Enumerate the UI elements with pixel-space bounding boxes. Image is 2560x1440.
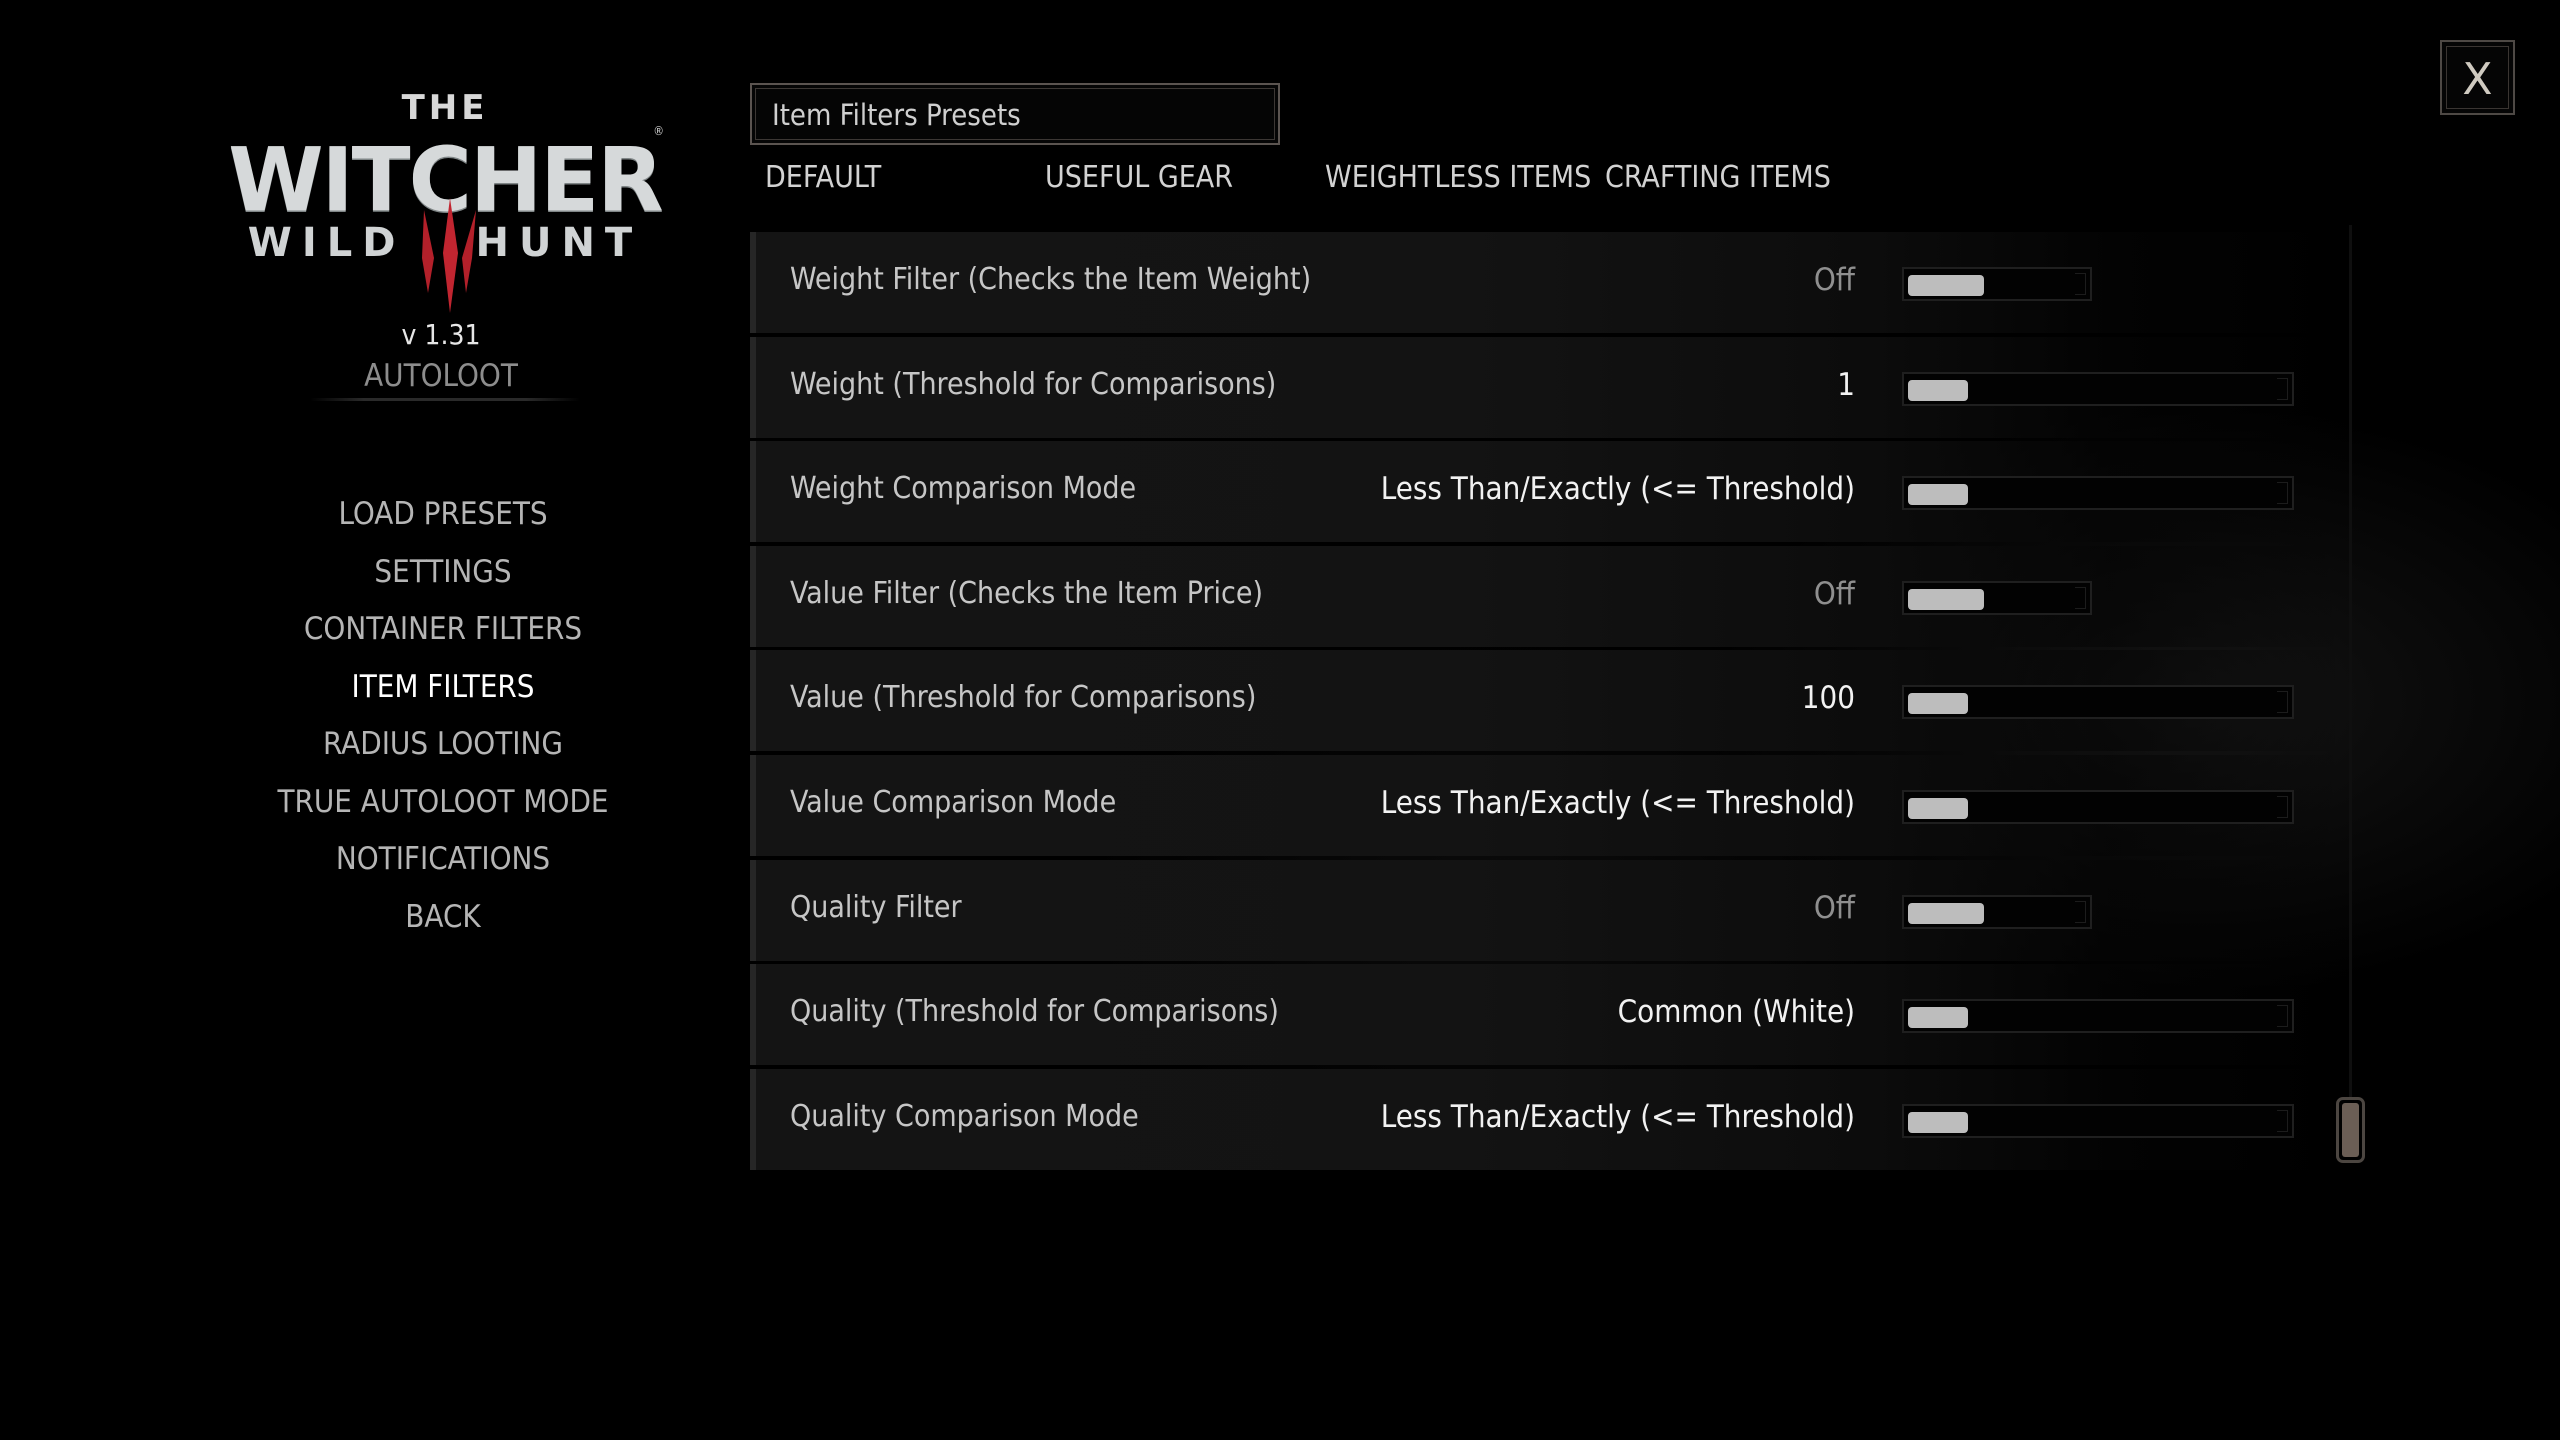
option-value: Off bbox=[1813, 262, 1855, 298]
option-value: 1 bbox=[1837, 366, 1855, 403]
scrollbar-track[interactable] bbox=[2349, 225, 2352, 1097]
presets-title: Item Filters Presets bbox=[772, 98, 1021, 132]
option-value: Common (White) bbox=[1617, 994, 1855, 1031]
menu-item-settings[interactable]: SETTINGS bbox=[243, 550, 643, 608]
slider-knob[interactable] bbox=[1908, 379, 1968, 401]
slider-knob[interactable] bbox=[1908, 693, 1968, 715]
option-value: Off bbox=[1813, 889, 1855, 926]
menu-item-container-filters[interactable]: CONTAINER FILTERS bbox=[243, 607, 643, 665]
menu-item-notifications[interactable]: NOTIFICATIONS bbox=[243, 837, 643, 895]
toggle-slider[interactable] bbox=[1902, 894, 2092, 929]
preset-tab-default[interactable]: DEFAULT bbox=[765, 160, 881, 195]
option-row-value-filter[interactable]: Value Filter (Checks the Item Price) Off bbox=[750, 545, 2350, 647]
slider-knob[interactable] bbox=[1908, 484, 1968, 506]
divider bbox=[310, 398, 580, 401]
options-list: Weight Filter (Checks the Item Weight) O… bbox=[750, 232, 2350, 1173]
option-row-weight-threshold[interactable]: Weight (Threshold for Comparisons) 1 bbox=[750, 336, 2350, 438]
option-value: Off bbox=[1813, 575, 1855, 612]
menu-item-load-presets[interactable]: LOAD PRESETS bbox=[243, 492, 643, 550]
option-value: Less Than/Exactly (<= Threshold) bbox=[1380, 471, 1855, 508]
slider-knob[interactable] bbox=[1908, 797, 1968, 819]
slider-knob[interactable] bbox=[1908, 588, 1984, 610]
option-label: Weight Comparison Mode bbox=[790, 471, 1137, 507]
toggle-slider[interactable] bbox=[1902, 267, 2092, 301]
option-row-weight-comparison-mode[interactable]: Weight Comparison Mode Less Than/Exactly… bbox=[750, 441, 2350, 543]
side-menu: LOAD PRESETS SETTINGS CONTAINER FILTERS … bbox=[243, 492, 643, 952]
logo-the: THE bbox=[401, 88, 489, 128]
claw-marks-icon bbox=[422, 198, 476, 313]
option-label: Value Comparison Mode bbox=[790, 784, 1117, 820]
slider-knob[interactable] bbox=[1908, 275, 1984, 296]
option-label: Weight Filter (Checks the Item Weight) bbox=[790, 262, 1312, 297]
value-slider[interactable] bbox=[1902, 685, 2294, 720]
value-slider[interactable] bbox=[1902, 371, 2294, 406]
option-label: Value (Threshold for Comparisons) bbox=[790, 680, 1257, 716]
slider-knob[interactable] bbox=[1908, 1007, 1968, 1029]
option-label: Quality Comparison Mode bbox=[790, 1098, 1139, 1134]
option-value: Less Than/Exactly (<= Threshold) bbox=[1380, 1098, 1855, 1135]
preset-tab-crafting-items[interactable]: CRAFTING ITEMS bbox=[1605, 160, 1831, 195]
option-value: Less Than/Exactly (<= Threshold) bbox=[1380, 784, 1855, 821]
option-row-quality-comparison-mode[interactable]: Quality Comparison Mode Less Than/Exactl… bbox=[750, 1068, 2350, 1170]
mod-name: AUTOLOOT bbox=[364, 358, 518, 394]
slider-knob[interactable] bbox=[1908, 1111, 1968, 1133]
logo-hunt: HUNT bbox=[475, 220, 643, 266]
value-slider[interactable] bbox=[1902, 789, 2294, 824]
scrollbar-thumb[interactable] bbox=[2336, 1097, 2365, 1163]
logo-wild: WILD bbox=[247, 220, 406, 266]
option-label: Value Filter (Checks the Item Price) bbox=[790, 575, 1264, 611]
option-row-quality-threshold[interactable]: Quality (Threshold for Comparisons) Comm… bbox=[750, 964, 2350, 1066]
option-row-value-threshold[interactable]: Value (Threshold for Comparisons) 100 bbox=[750, 650, 2350, 752]
option-label: Quality Filter bbox=[790, 889, 962, 925]
option-row-quality-filter[interactable]: Quality Filter Off bbox=[750, 859, 2350, 961]
close-button[interactable]: X bbox=[2440, 40, 2515, 115]
option-label: Quality (Threshold for Comparisons) bbox=[790, 994, 1279, 1030]
option-value: 100 bbox=[1801, 680, 1855, 717]
menu-item-true-autoloot-mode[interactable]: TRUE AUTOLOOT MODE bbox=[243, 780, 643, 838]
witcher-logo: THE WITCHER ® WILD HUNT bbox=[220, 88, 670, 313]
preset-tab-useful-gear[interactable]: USEFUL GEAR bbox=[1045, 160, 1233, 195]
option-row-value-comparison-mode[interactable]: Value Comparison Mode Less Than/Exactly … bbox=[750, 754, 2350, 856]
menu-item-radius-looting[interactable]: RADIUS LOOTING bbox=[243, 722, 643, 780]
close-icon: X bbox=[2462, 54, 2493, 105]
version-label: v 1.31 bbox=[401, 318, 481, 351]
toggle-slider[interactable] bbox=[1902, 580, 2092, 615]
menu-item-back[interactable]: BACK bbox=[243, 895, 643, 953]
preset-tab-weightless-items[interactable]: WEIGHTLESS ITEMS bbox=[1325, 160, 1591, 195]
value-slider[interactable] bbox=[1902, 476, 2294, 511]
registered-mark: ® bbox=[653, 124, 664, 138]
slider-knob[interactable] bbox=[1908, 902, 1984, 924]
value-slider[interactable] bbox=[1902, 999, 2294, 1034]
option-row-weight-filter[interactable]: Weight Filter (Checks the Item Weight) O… bbox=[750, 232, 2350, 333]
menu-item-item-filters[interactable]: ITEM FILTERS bbox=[243, 665, 643, 723]
value-slider[interactable] bbox=[1902, 1103, 2294, 1138]
presets-header: Item Filters Presets bbox=[750, 83, 1280, 145]
option-label: Weight (Threshold for Comparisons) bbox=[790, 366, 1277, 402]
